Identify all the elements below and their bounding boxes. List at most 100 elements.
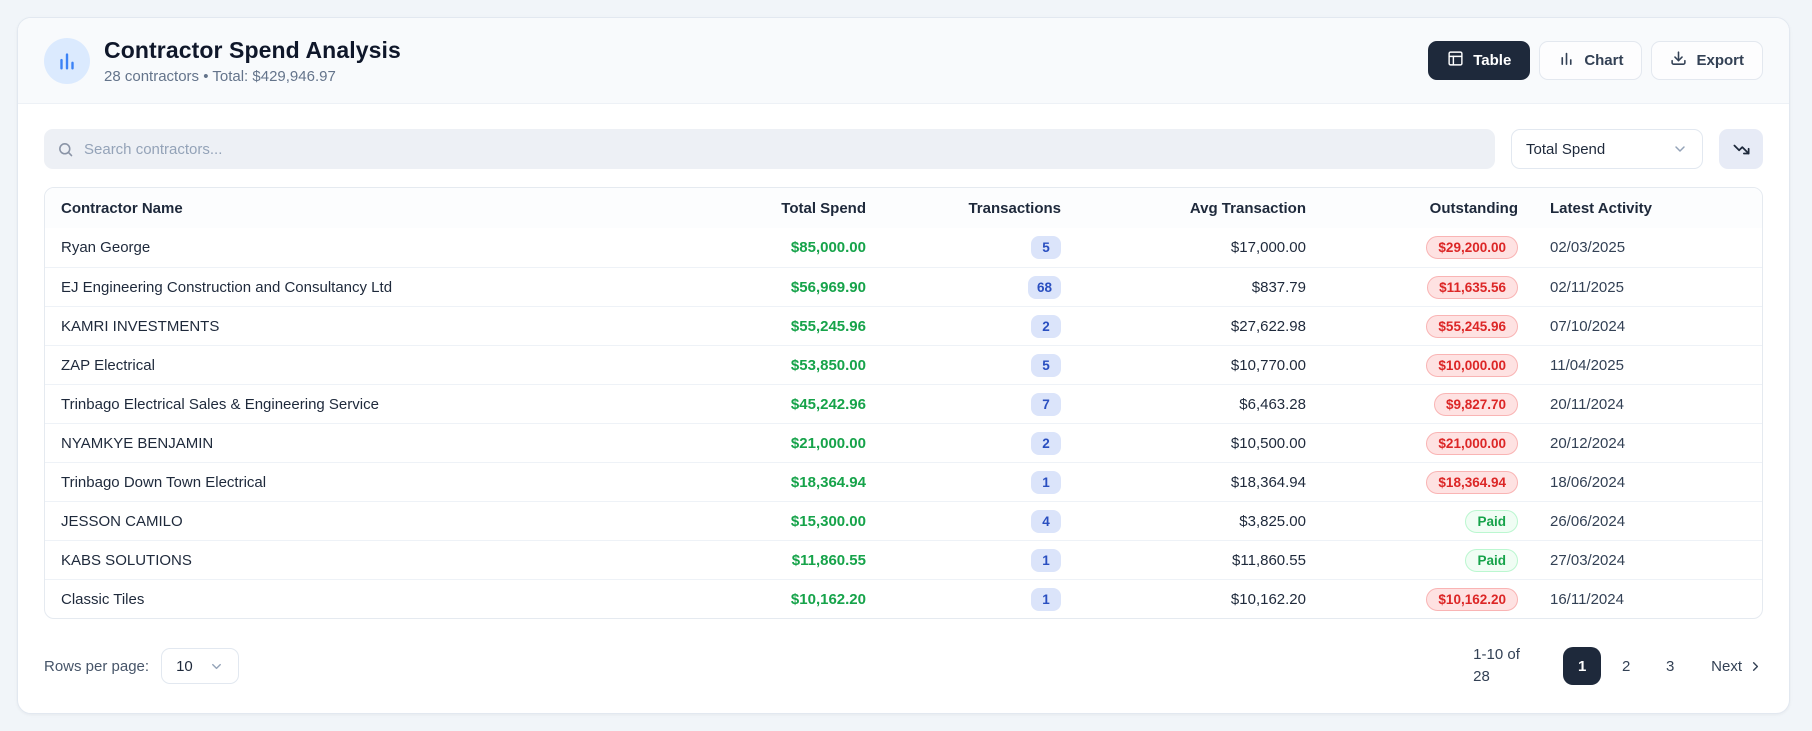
table-row: ZAP Electrical $53,850.00 5 $10,770.00 $10,0… [45, 345, 1762, 384]
outstanding-badge: $21,000.00 [1322, 431, 1534, 455]
table-row: JESSON CAMILO $15,300.00 4 $3,825.00 Paid 26/… [45, 501, 1762, 540]
outstanding-badge: $9,827.70 [1322, 392, 1534, 416]
transactions-count: 5 [882, 353, 1077, 377]
contractor-name: KABS SOLUTIONS [61, 551, 192, 569]
outstanding-badge: $11,635.56 [1322, 275, 1534, 299]
pagination: 1-10 of 28 123 Next [1473, 644, 1763, 688]
page-button-2[interactable]: 2 [1607, 647, 1645, 685]
avg-transaction: $837.79 [1251, 278, 1306, 296]
total-spend: $10,162.20 [790, 590, 866, 608]
column-header-transactions: Transactions [968, 199, 1061, 217]
outstanding-badge: $55,245.96 [1322, 314, 1534, 338]
total-spend: $45,242.96 [790, 395, 866, 413]
table-row: EJ Engineering Construction and Consulta… [45, 267, 1762, 306]
avg-transaction: $3,825.00 [1239, 512, 1306, 530]
table-view-button[interactable]: Table [1428, 41, 1531, 80]
avg-transaction: $10,770.00 [1230, 356, 1306, 374]
contractor-name: KAMRI INVESTMENTS [61, 317, 220, 335]
chevron-down-icon [1672, 141, 1688, 157]
total-spend: $85,000.00 [790, 239, 866, 256]
column-header-total-spend: Total Spend [781, 199, 866, 217]
avg-transaction: $27,622.98 [1230, 317, 1306, 335]
page-subtitle: 28 contractors • Total: $429,946.97 [104, 67, 336, 85]
column-header-avg-transaction: Avg Transaction [1189, 199, 1306, 217]
latest-activity: 18/06/2024 [1550, 473, 1626, 491]
search-input[interactable] [84, 140, 1482, 158]
column-header-outstanding: Outstanding [1429, 199, 1518, 217]
sort-field-select[interactable]: Total Spend [1511, 129, 1703, 169]
table-row: NYAMKYE BENJAMIN $21,000.00 2 $10,500.00 $21… [45, 423, 1762, 462]
table-row: KAMRI INVESTMENTS $55,245.96 2 $27,622.98 $5… [45, 306, 1762, 345]
contractor-spend-card: Contractor Spend Analysis 28 contractors… [17, 17, 1790, 714]
download-icon [1670, 50, 1687, 71]
transactions-count: 5 [882, 236, 1077, 259]
latest-activity: 07/10/2024 [1550, 317, 1626, 335]
trending-down-icon [1732, 140, 1751, 159]
contractor-name: Trinbago Down Town Electrical [61, 473, 267, 491]
outstanding-badge: $29,200.00 [1322, 236, 1534, 259]
total-spend: $11,860.55 [791, 551, 866, 569]
table-row: KABS SOLUTIONS $11,860.55 1 $11,860.55 Paid 2… [45, 540, 1762, 579]
rows-per-page-label: Rows per page: [44, 657, 150, 675]
chevron-down-icon [209, 659, 224, 674]
latest-activity: 02/03/2025 [1550, 239, 1626, 256]
sort-direction-button[interactable] [1719, 129, 1763, 169]
export-button[interactable]: Export [1651, 41, 1763, 80]
pagination-range: 1-10 of 28 [1473, 646, 1520, 685]
latest-activity: 02/11/2025 [1550, 278, 1624, 296]
view-toggle-group: Table Chart Export [1428, 41, 1763, 80]
total-spend: $21,000.00 [790, 434, 866, 452]
paid-badge: Paid [1322, 509, 1534, 533]
column-header-latest-activity: Latest Activity [1550, 199, 1652, 217]
table-row: Classic Tiles $10,162.20 1 $10,162.20 $10,16… [45, 579, 1762, 618]
chart-view-button[interactable]: Chart [1539, 41, 1643, 80]
contractor-name: Ryan George [61, 239, 151, 256]
transactions-count: 2 [882, 431, 1077, 455]
total-spend: $15,300.00 [790, 512, 866, 530]
table-icon [1447, 50, 1464, 71]
card-header: Contractor Spend Analysis 28 contractors… [18, 18, 1789, 104]
table-header-row: Contractor Name Total Spend Transactions Av… [45, 188, 1762, 228]
latest-activity: 27/03/2024 [1550, 551, 1626, 569]
bar-chart-avatar-icon [44, 37, 90, 84]
contractor-name: JESSON CAMILO [61, 512, 183, 530]
page-button-3[interactable]: 3 [1651, 647, 1689, 685]
avg-transaction: $10,162.20 [1230, 590, 1306, 608]
contractor-name: EJ Engineering Construction and Consulta… [61, 278, 393, 296]
chevron-right-icon [1748, 659, 1763, 674]
avg-transaction: $6,463.28 [1239, 395, 1306, 413]
transactions-count: 4 [882, 509, 1077, 533]
outstanding-badge: $10,000.00 [1322, 353, 1534, 377]
transactions-count: 1 [882, 548, 1077, 572]
avg-transaction: $18,364.94 [1230, 473, 1306, 491]
outstanding-badge: $18,364.94 [1322, 470, 1534, 494]
page-title: Contractor Spend Analysis [104, 36, 401, 63]
total-spend: $55,245.96 [790, 317, 866, 335]
search-box [44, 129, 1495, 169]
contractor-name: Classic Tiles [61, 590, 145, 608]
latest-activity: 26/06/2024 [1550, 512, 1626, 530]
next-page-button[interactable]: Next [1711, 658, 1763, 675]
transactions-count: 1 [882, 470, 1077, 494]
contractor-name: NYAMKYE BENJAMIN [61, 434, 214, 452]
avg-transaction: $11,860.55 [1232, 551, 1306, 569]
toolbar: Total Spend [18, 104, 1789, 187]
page-button-1[interactable]: 1 [1563, 647, 1602, 685]
transactions-count: 1 [882, 587, 1077, 611]
total-spend: $56,969.90 [790, 278, 866, 296]
column-header-contractor-name: Contractor Name [61, 199, 183, 217]
transactions-count: 68 [882, 275, 1077, 299]
latest-activity: 20/12/2024 [1550, 434, 1626, 452]
search-icon [57, 141, 74, 158]
contractor-name: ZAP Electrical [61, 356, 155, 374]
table-row: Trinbago Down Town Electrical $18,364.94 1… [45, 462, 1762, 501]
page-background: Contractor Spend Analysis 28 contractors… [0, 0, 1812, 731]
total-spend: $18,364.94 [790, 473, 866, 491]
contractor-name: Trinbago Electrical Sales & Engineering … [61, 395, 379, 413]
latest-activity: 20/11/2024 [1550, 395, 1624, 413]
paid-badge: Paid [1322, 548, 1534, 572]
rows-per-page-select[interactable]: 10 [161, 648, 240, 684]
contractors-table: Contractor Name Total Spend Transactions Av… [44, 187, 1763, 619]
transactions-count: 7 [882, 392, 1077, 416]
avg-transaction: $10,500.00 [1230, 434, 1306, 452]
